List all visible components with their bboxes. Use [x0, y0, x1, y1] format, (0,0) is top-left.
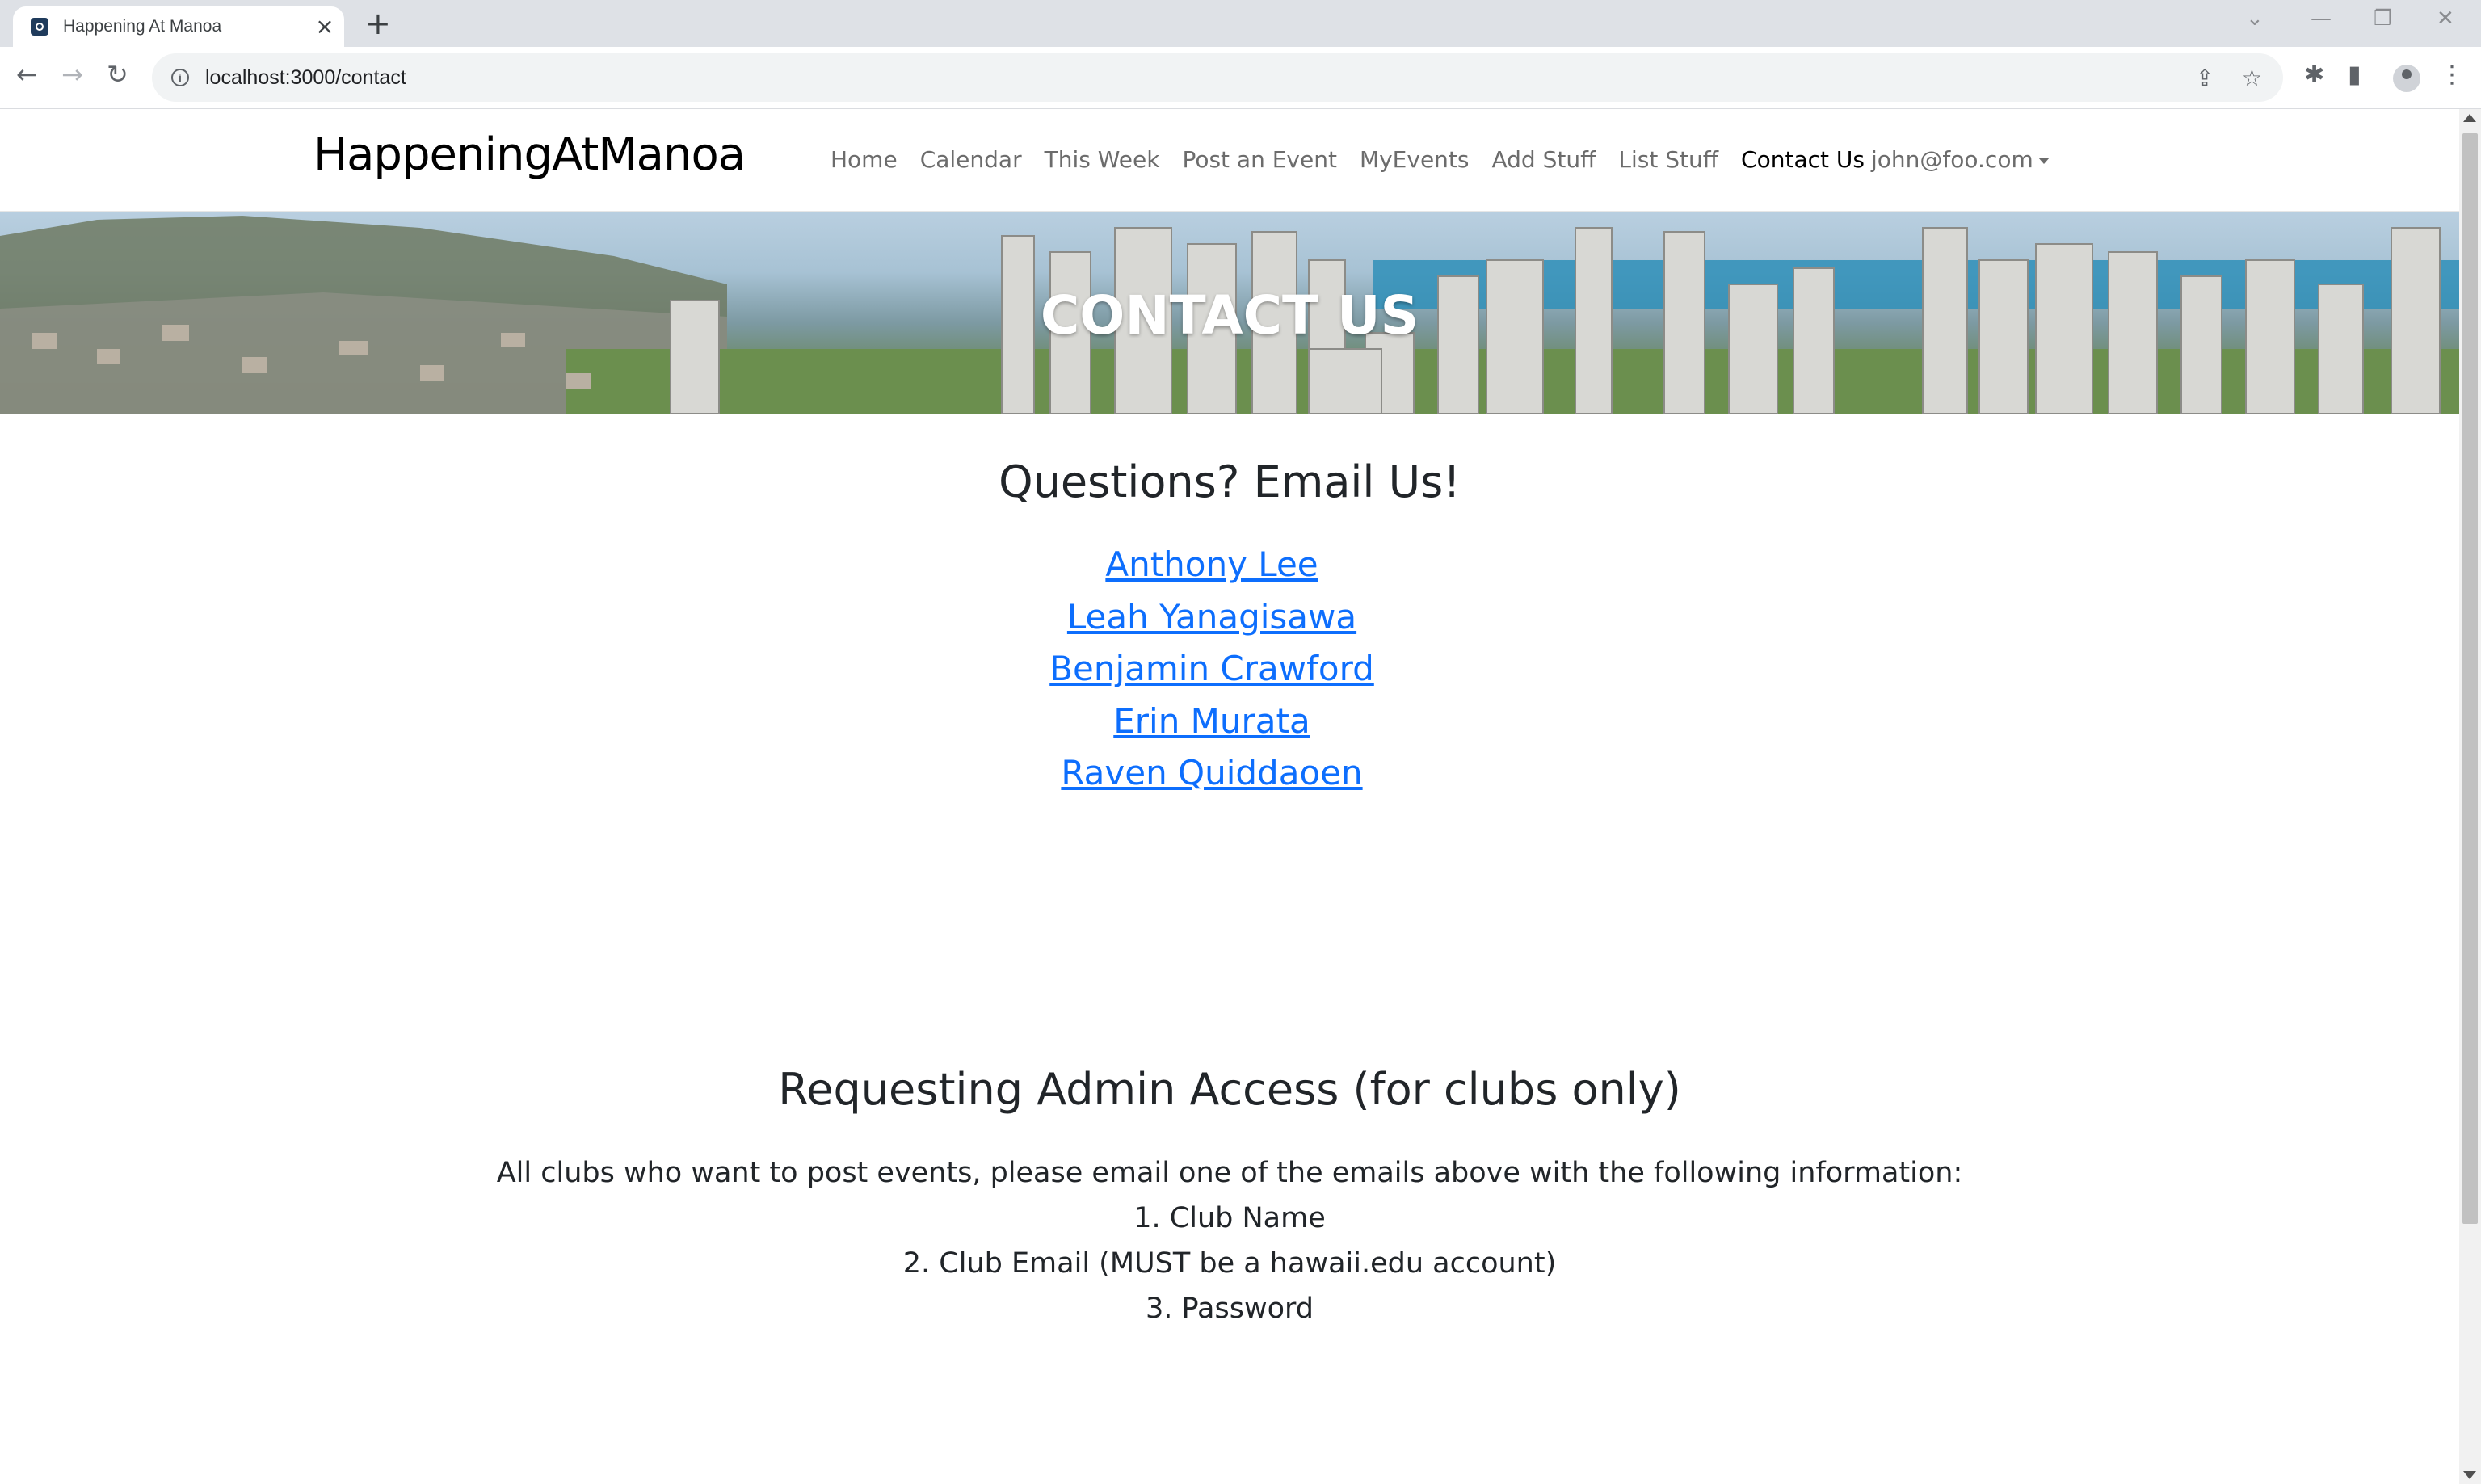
nav-link-list-stuff[interactable]: List Stuff	[1618, 146, 1718, 173]
share-icon[interactable]: ⇪	[2195, 65, 2214, 91]
admin-item-club-name: 1. Club Name	[1133, 1202, 1326, 1234]
nav-link-post-event[interactable]: Post an Event	[1182, 146, 1337, 173]
back-icon[interactable]: ←	[16, 61, 38, 87]
close-window-icon[interactable]: ✕	[2437, 6, 2454, 31]
side-panel-icon[interactable]: ▮	[2348, 63, 2361, 87]
user-dropdown[interactable]: john@foo.com	[1871, 146, 2050, 173]
web-page: HappeningAtManoa Home Calendar This Week…	[0, 109, 2459, 1484]
scrollbar-thumb[interactable]	[2462, 133, 2478, 1224]
new-tab-icon[interactable]: +	[365, 8, 391, 39]
forward-icon[interactable]: →	[61, 61, 83, 87]
site-navbar: HappeningAtManoa Home Calendar This Week…	[0, 109, 2459, 212]
user-email: john@foo.com	[1871, 146, 2033, 173]
tab-title: Happening At Manoa	[63, 17, 222, 36]
browser-tab[interactable]: Happening At Manoa ×	[13, 6, 344, 47]
close-tab-icon[interactable]: ×	[309, 15, 341, 38]
reload-icon[interactable]: ↻	[107, 61, 128, 87]
bookmark-star-icon[interactable]: ☆	[2242, 65, 2262, 91]
contact-link-raven-quiddaoen[interactable]: Raven Quiddaoen	[0, 747, 2424, 800]
restore-icon[interactable]: ❐	[2374, 6, 2392, 31]
site-brand[interactable]: HappeningAtManoa	[313, 128, 746, 181]
minimize-icon[interactable]: —	[2311, 6, 2332, 31]
browser-tab-bar: Happening At Manoa × + ⌄ — ❐ ✕	[0, 0, 2481, 47]
admin-intro-text: All clubs who want to post events, pleas…	[496, 1157, 1963, 1189]
nav-link-contact-us[interactable]: Contact Us	[1741, 146, 1865, 173]
nav-link-add-stuff[interactable]: Add Stuff	[1491, 146, 1596, 173]
scroll-up-arrow-icon[interactable]	[2463, 114, 2476, 122]
nav-links: Home Calendar This Week Post an Event My…	[831, 146, 1887, 173]
scroll-down-arrow-icon[interactable]	[2463, 1471, 2476, 1479]
url-text[interactable]: localhost:3000/contact	[205, 66, 2195, 90]
hero-banner: CONTACT US	[0, 212, 2459, 414]
caret-down-icon	[2037, 158, 2050, 164]
profile-avatar-icon[interactable]	[2393, 65, 2420, 92]
chrome-menu-icon[interactable]: ⋮	[2440, 63, 2464, 87]
nav-link-my-events[interactable]: MyEvents	[1360, 146, 1470, 173]
contact-link-erin-murata[interactable]: Erin Murata	[0, 696, 2424, 748]
address-bar[interactable]: i localhost:3000/contact ⇪ ☆	[152, 53, 2283, 102]
tab-search-icon[interactable]: ⌄	[2246, 6, 2264, 31]
admin-item-password: 3. Password	[1145, 1293, 1314, 1325]
browser-toolbar: ← → ↻ i localhost:3000/contact ⇪ ☆ ✱ ▮ ⋮	[0, 47, 2481, 109]
contact-link-leah-yanagisawa[interactable]: Leah Yanagisawa	[0, 591, 2424, 644]
contact-link-benjamin-crawford[interactable]: Benjamin Crawford	[0, 643, 2424, 696]
email-section-heading: Questions? Email Us!	[999, 456, 1461, 507]
contact-link-anthony-lee[interactable]: Anthony Lee	[0, 539, 2424, 591]
hero-title: CONTACT US	[1040, 284, 1419, 347]
site-favicon-icon	[31, 18, 48, 36]
nav-link-home[interactable]: Home	[831, 146, 898, 173]
site-info-icon[interactable]: i	[171, 69, 189, 86]
extensions-icon[interactable]: ✱	[2304, 63, 2324, 87]
nav-link-calendar[interactable]: Calendar	[920, 146, 1022, 173]
admin-section-heading: Requesting Admin Access (for clubs only)	[778, 1064, 1681, 1115]
nav-link-this-week[interactable]: This Week	[1045, 146, 1160, 173]
admin-item-club-email: 2. Club Email (MUST be a hawaii.edu acco…	[902, 1247, 1557, 1280]
page-scrollbar[interactable]	[2459, 109, 2481, 1484]
contact-list: Anthony Lee Leah Yanagisawa Benjamin Cra…	[0, 539, 2424, 800]
